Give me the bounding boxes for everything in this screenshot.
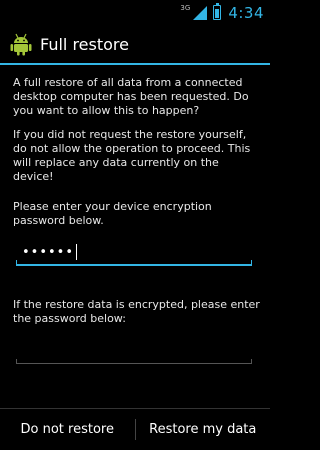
button-bar: Do not restore Restore my data xyxy=(0,409,270,450)
clock: 4:34 xyxy=(228,3,264,22)
text-cursor xyxy=(76,244,78,260)
title-divider xyxy=(0,63,270,65)
dialog-title: Full restore xyxy=(40,34,129,54)
password-mask: •••••• xyxy=(22,244,75,260)
network-type-label: 3G xyxy=(180,3,191,12)
restore-my-data-button[interactable]: Restore my data xyxy=(135,409,270,450)
battery-level-fill xyxy=(215,8,220,18)
encrypted-backup-prompt: If the restore data is encrypted, please… xyxy=(13,298,260,325)
dialog-title-bar: Full restore xyxy=(0,25,270,63)
android-robot-icon xyxy=(10,33,32,56)
field-underline xyxy=(16,264,252,266)
device-password-field[interactable]: •••••• xyxy=(16,238,252,266)
backup-password-field[interactable] xyxy=(16,336,252,364)
do-not-restore-button[interactable]: Do not restore xyxy=(0,409,135,450)
restore-warning-message: If you did not request the restore yours… xyxy=(13,128,251,183)
status-icons: 3G 4:34 xyxy=(180,2,264,23)
device-password-prompt: Please enter your device encryption pass… xyxy=(13,200,212,227)
status-bar: 3G 4:34 xyxy=(0,0,270,25)
field-underline xyxy=(16,363,252,364)
signal-strength-icon xyxy=(193,5,208,20)
device-password-value: •••••• xyxy=(22,244,78,260)
restore-request-message: A full restore of all data from a connec… xyxy=(13,76,249,117)
battery-icon xyxy=(213,3,222,20)
